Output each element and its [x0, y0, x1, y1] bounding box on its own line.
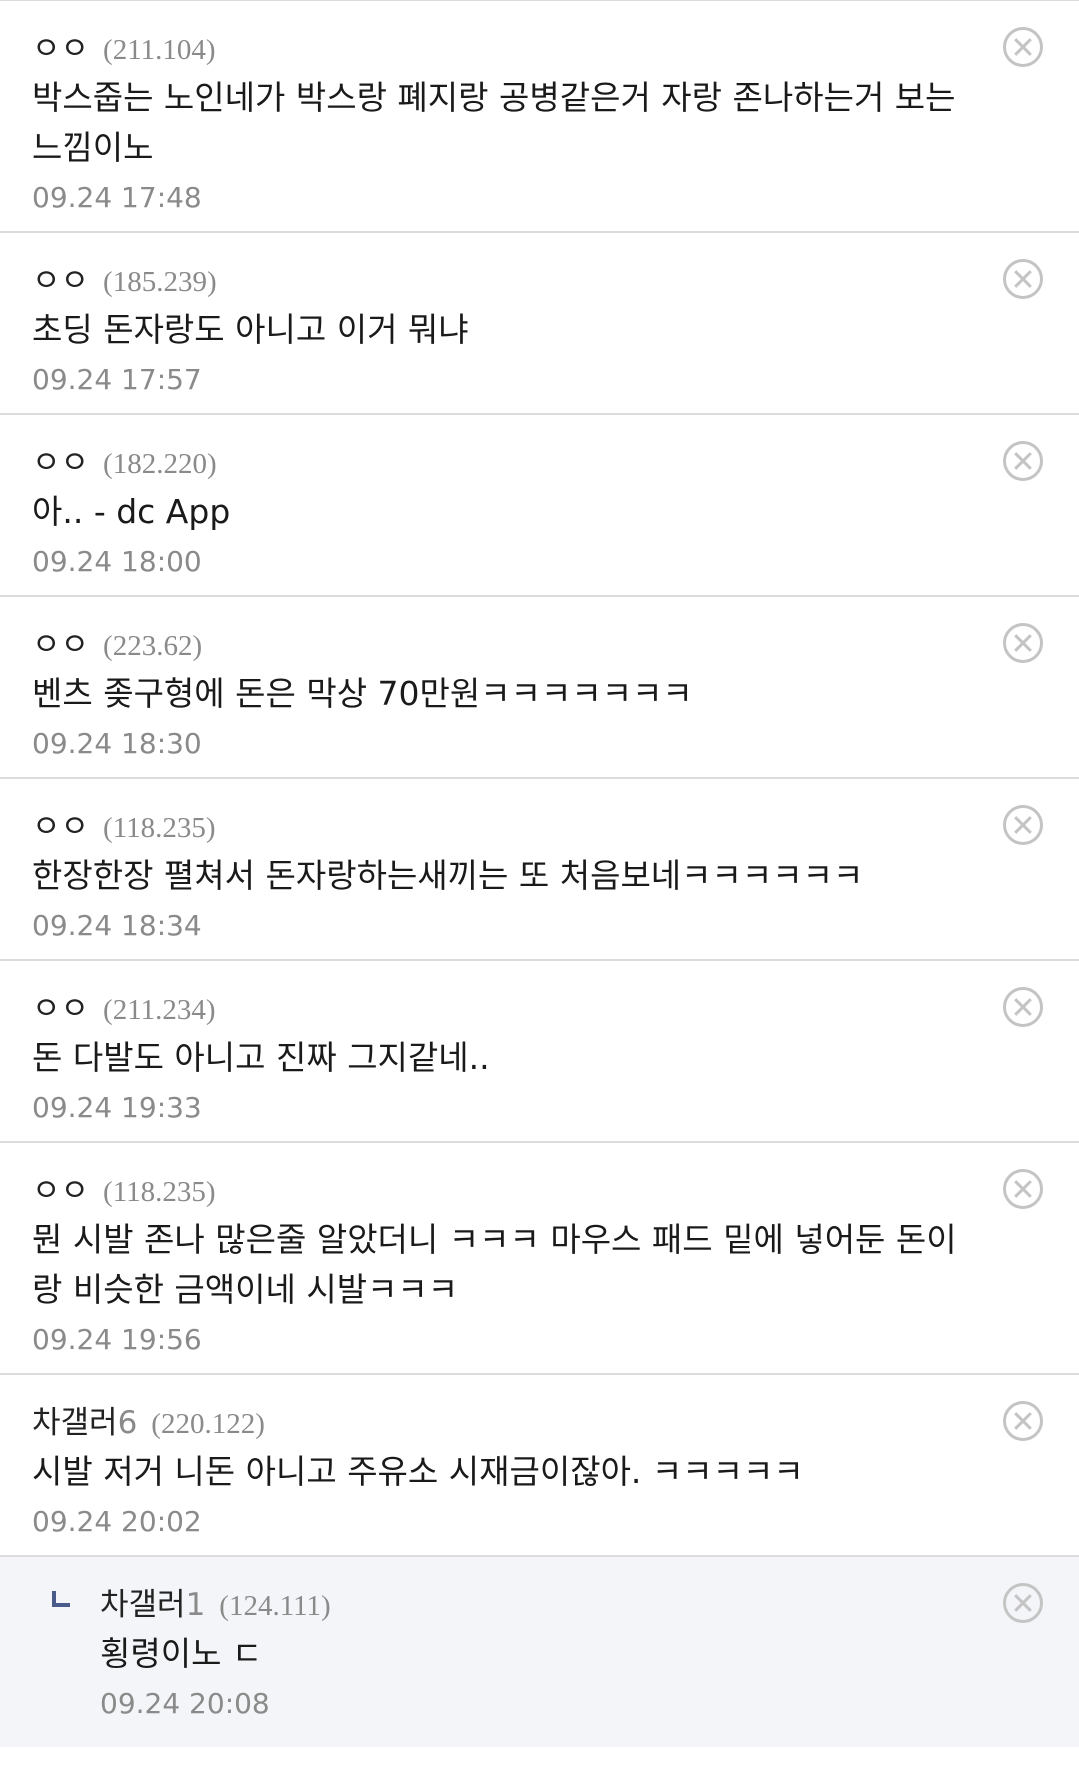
- reply-ip: (124.111): [219, 1590, 331, 1622]
- comment-meta: ㅇㅇ (211.104): [32, 23, 979, 67]
- comment-nickname[interactable]: ㅇㅇ: [32, 619, 89, 664]
- comment-ip: (220.122): [151, 1408, 265, 1440]
- comment-text: 박스줍는 노인네가 박스랑 폐지랑 공병같은거 자랑 존나하는거 보는느낌이노: [32, 78, 956, 167]
- comment-date: 09.24 18:00: [32, 545, 202, 578]
- reply-nickname[interactable]: 차갤러: [100, 1579, 186, 1624]
- comment-date: 09.24 19:33: [32, 1091, 202, 1124]
- comment-date: 09.24 17:57: [32, 363, 202, 396]
- comment-nickname[interactable]: 차갤러: [32, 1397, 118, 1442]
- close-circle-icon[interactable]: [1003, 441, 1043, 481]
- comment-ip: (223.62): [103, 630, 203, 662]
- comment-text: 돈 다발도 아니고 진짜 그지같네..: [32, 1038, 490, 1077]
- comment-nickname[interactable]: ㅇㅇ: [32, 255, 89, 300]
- comment-nickname[interactable]: ㅇㅇ: [32, 23, 89, 68]
- comment-item: ㅇㅇ (211.104) 박스줍는 노인네가 박스랑 폐지랑 공병같은거 자랑 …: [0, 1, 1079, 233]
- comment-meta: ㅇㅇ (223.62): [32, 619, 979, 663]
- close-circle-icon[interactable]: [1003, 1169, 1043, 1209]
- comment-item: ㅇㅇ (182.220) 아.. - dc App 09.24 18:00: [0, 415, 1079, 597]
- comment-meta: ㅇㅇ (118.235): [32, 1165, 979, 1209]
- comment-item: ㅇㅇ (211.234) 돈 다발도 아니고 진짜 그지같네.. 09.24 1…: [0, 961, 1079, 1143]
- comment-ip: (118.235): [103, 1176, 216, 1208]
- comment-nickname[interactable]: ㅇㅇ: [32, 1165, 89, 1210]
- close-circle-icon[interactable]: [1003, 27, 1043, 67]
- comment-date: 09.24 18:30: [32, 727, 202, 760]
- comment-date: 09.24 18:34: [32, 909, 202, 942]
- comment-ip: (182.220): [103, 448, 217, 480]
- comment-meta: ㅇㅇ (182.220): [32, 437, 979, 481]
- close-circle-icon[interactable]: [1003, 805, 1043, 845]
- reply-item: 차갤러 1 (124.111) 횡령이노 ㄷ 09.24 20:08: [0, 1557, 1079, 1747]
- close-circle-icon[interactable]: [1003, 1401, 1043, 1441]
- comment-text: 한장한장 펼쳐서 돈자랑하는새끼는 또 처음보네ㅋㅋㅋㅋㅋㅋ: [32, 856, 864, 895]
- comment-meta: ㅇㅇ (185.239): [32, 255, 979, 299]
- comment-text: 뭔 시발 존나 많은줄 알았더니 ㅋㅋㅋ 마우스 패드 밑에 넣어둔 돈이랑 비…: [32, 1220, 957, 1309]
- reply-nickname-number: 1: [185, 1587, 206, 1623]
- comment-text: 아.. - dc App: [32, 492, 231, 531]
- comment-list: ㅇㅇ (211.104) 박스줍는 노인네가 박스랑 폐지랑 공병같은거 자랑 …: [0, 0, 1079, 1747]
- comment-meta: 차갤러 6 (220.122): [32, 1397, 979, 1441]
- comment-date: 09.24 19:56: [32, 1323, 202, 1356]
- comment-nickname[interactable]: ㅇㅇ: [32, 983, 89, 1028]
- comment-item: ㅇㅇ (185.239) 초딩 돈자랑도 아니고 이거 뭐냐 09.24 17:…: [0, 233, 1079, 415]
- comment-item: ㅇㅇ (223.62) 벤츠 좆구형에 돈은 막상 70만원ㅋㅋㅋㅋㅋㅋㅋ 09…: [0, 597, 1079, 779]
- comment-item: ㅇㅇ (118.235) 한장한장 펼쳐서 돈자랑하는새끼는 또 처음보네ㅋㅋㅋ…: [0, 779, 1079, 961]
- comment-meta: ㅇㅇ (118.235): [32, 801, 979, 845]
- comment-nickname[interactable]: ㅇㅇ: [32, 801, 89, 846]
- comment-ip: (118.235): [103, 812, 216, 844]
- comment-text: 초딩 돈자랑도 아니고 이거 뭐냐: [32, 310, 469, 349]
- close-circle-icon[interactable]: [1003, 1583, 1043, 1623]
- reply-text: 횡령이노 ㄷ: [100, 1634, 263, 1673]
- reply-arrow-icon: [52, 1591, 70, 1607]
- close-circle-icon[interactable]: [1003, 259, 1043, 299]
- comment-item: ㅇㅇ (118.235) 뭔 시발 존나 많은줄 알았더니 ㅋㅋㅋ 마우스 패드…: [0, 1143, 1079, 1375]
- comment-ip: (211.234): [103, 994, 216, 1026]
- close-circle-icon[interactable]: [1003, 623, 1043, 663]
- comment-ip: (185.239): [103, 266, 217, 298]
- comment-date: 09.24 20:02: [32, 1505, 202, 1538]
- comment-ip: (211.104): [103, 34, 216, 66]
- comment-meta: ㅇㅇ (211.234): [32, 983, 979, 1027]
- comment-text: 벤츠 좆구형에 돈은 막상 70만원ㅋㅋㅋㅋㅋㅋㅋ: [32, 674, 693, 713]
- comment-nickname[interactable]: ㅇㅇ: [32, 437, 89, 482]
- close-circle-icon[interactable]: [1003, 987, 1043, 1027]
- reply-date: 09.24 20:08: [100, 1687, 270, 1720]
- comment-item: 차갤러 6 (220.122) 시발 저거 니돈 아니고 주유소 시재금이잖아.…: [0, 1375, 1079, 1557]
- reply-meta: 차갤러 1 (124.111): [100, 1579, 979, 1623]
- comment-nickname-number: 6: [117, 1405, 138, 1441]
- comment-date: 09.24 17:48: [32, 181, 202, 214]
- comment-text: 시발 저거 니돈 아니고 주유소 시재금이잖아. ㅋㅋㅋㅋㅋ: [32, 1452, 804, 1491]
